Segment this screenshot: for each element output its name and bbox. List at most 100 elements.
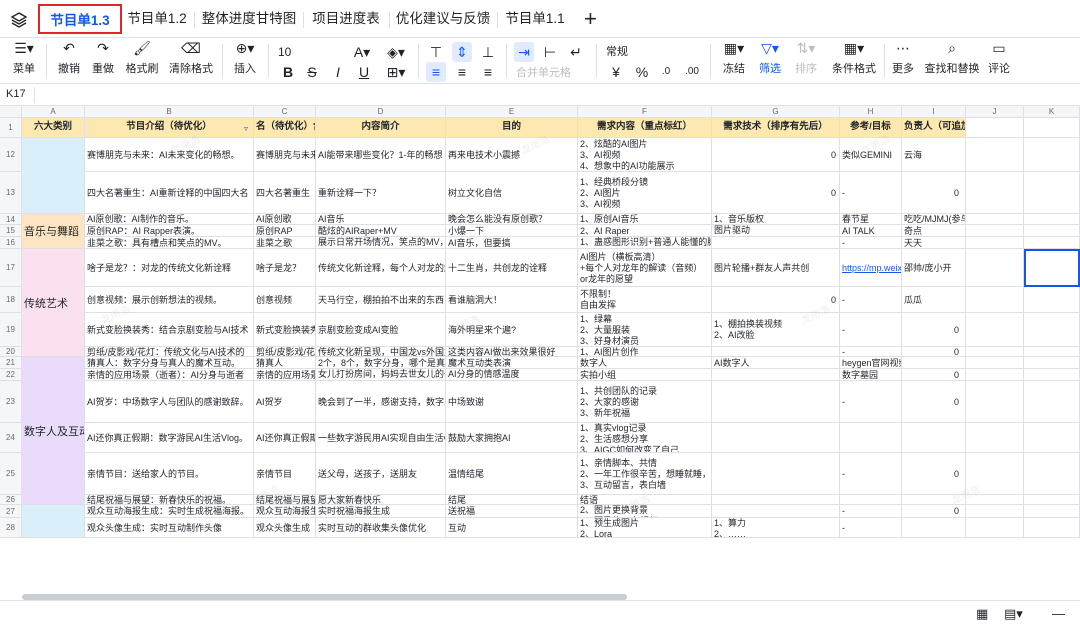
table-cell[interactable] [966,138,1024,172]
table-cell[interactable]: - [840,518,902,538]
row-header[interactable]: 17 [0,249,22,287]
table-cell[interactable]: 酷炫的AIRaper+MV [316,225,446,237]
table-cell[interactable] [1024,369,1080,381]
tab-feedback[interactable]: 优化建议与反馈 [392,4,494,34]
table-cell[interactable] [902,518,966,538]
table-cell[interactable]: 1、真实vlog记录 2、生活感想分享 3、AIGC如何改变了自己 [578,423,712,453]
table-cell[interactable]: 亲情节目 [254,453,316,495]
border-icon[interactable]: ⊞▾ [384,62,408,82]
table-cell[interactable]: 1、音乐版权2、AI图片生视频or转绘视频 [712,214,840,225]
table-cell[interactable]: - [840,287,902,313]
table-cell[interactable]: AI贺岁：中场数字人与团队的感谢致辞。 [85,381,254,423]
undo-button[interactable]: ↶ 撤销 [54,38,84,76]
table-cell[interactable] [712,495,840,505]
table-cell[interactable] [840,423,902,453]
table-cell[interactable] [966,172,1024,214]
table-cell[interactable] [902,423,966,453]
table-cell[interactable]: 韭菜之歌：具有槽点和笑点的MV。 [85,237,254,249]
table-cell[interactable]: 实时祝福海报生成 [316,505,446,518]
sort-button[interactable]: ⇅▾ 排序 [790,38,822,76]
table-cell[interactable]: 看谁脑洞大！ [446,287,578,313]
table-cell[interactable]: AI音乐 [316,214,446,225]
column-header-e[interactable]: E [446,106,578,118]
table-cell[interactable] [1024,214,1080,225]
table-cell[interactable]: - [840,381,902,423]
row-header[interactable]: 24 [0,423,22,453]
table-cell[interactable]: 赛博朋克与未来 [254,138,316,172]
table-cell[interactable]: 小爆一下 [446,225,578,237]
italic-icon[interactable]: I [328,62,348,82]
table-cell[interactable]: 鼓励大家拥抱AI [446,423,578,453]
table-cell[interactable] [712,423,840,453]
corner-cell[interactable] [0,106,22,118]
table-cell[interactable] [1024,381,1080,423]
category-cell[interactable] [22,505,85,538]
table-cell[interactable]: 赛博朋克与未来：AI未来变化的畅想。 [85,138,254,172]
table-cell[interactable]: AI图片（横板高清） +每个人对龙年的解读（音频） or龙年的愿望 [578,249,712,287]
table-cell[interactable]: 展示日常开场情况，笑点的MV，下一场镰刀挥舞 [316,237,446,249]
freeze-button[interactable]: ▦▾ 冻结 [718,38,750,76]
table-cell[interactable]: 0 [902,369,966,381]
row-header[interactable]: 26 [0,495,22,505]
column-header-h[interactable]: H [840,106,902,118]
table-cell[interactable]: 1、算力 2、…… [712,518,840,538]
row-header[interactable]: 27 [0,505,22,518]
fill-color-icon[interactable]: ◈▾ [384,42,408,62]
table-cell[interactable] [966,381,1024,423]
table-cell[interactable]: AI贺岁 [254,381,316,423]
insert-button[interactable]: ⊕▾ 插入 [228,38,262,76]
filter-button[interactable]: ▽▾ 筛选 [754,38,786,76]
table-cell[interactable]: 1、经典桥段分镜 2、AI图片 3、AI视频 [578,172,712,214]
row-header[interactable]: 16 [0,237,22,249]
decrease-decimal-icon[interactable]: .0 [656,62,676,82]
grid-view-icon[interactable]: ▦ [976,606,988,622]
row-header[interactable]: 28 [0,518,22,538]
table-cell[interactable]: 图片驱动Runway [712,225,840,237]
table-cell[interactable]: 1、棚拍换装视频 2、AI改脸 [712,313,840,347]
table-cell[interactable]: 0 [712,138,840,172]
table-cell[interactable]: 互动 [446,518,578,538]
table-cell[interactable]: 新式变脸换装秀 [254,313,316,347]
table-cell[interactable]: - [840,237,902,249]
table-cell[interactable]: 0 [712,172,840,214]
zoom-out-icon[interactable]: — [1052,606,1065,621]
category-cell[interactable]: 传统艺术 [22,249,85,357]
row-header[interactable]: 21 [0,357,22,369]
align-top-icon[interactable]: ⊤ [426,42,446,62]
category-cell[interactable]: 音乐与舞蹈 [22,214,85,249]
row-header[interactable]: 1 [0,118,22,138]
table-cell[interactable]: 春节星 [840,214,902,225]
table-cell[interactable] [1024,287,1080,313]
increase-decimal-icon[interactable]: .00 [682,62,702,82]
font-color-icon[interactable]: A▾ [350,42,374,62]
row-header[interactable]: 18 [0,287,22,313]
table-cell[interactable] [902,357,966,369]
table-cell[interactable] [1024,225,1080,237]
table-cell[interactable] [966,249,1024,287]
table-cell[interactable]: - [840,347,902,357]
table-cell[interactable] [1024,357,1080,369]
table-cell[interactable]: 实拍小组 [578,369,712,381]
table-cell[interactable] [966,369,1024,381]
table-cell[interactable]: 数字人 [578,357,712,369]
table-cell[interactable] [966,347,1024,357]
tab-program-1-1[interactable]: 节目单1.1 [500,4,570,34]
table-cell[interactable]: 十二生肖，共创龙的诠释 [446,249,578,287]
strikethrough-icon[interactable]: S [302,62,322,82]
table-cell[interactable]: 观众互动海报生成：实时生成祝福海报。 [85,505,254,518]
table-cell[interactable]: 创意视频 [254,287,316,313]
table-cell[interactable]: 1、预生成图片 2、Lora [578,518,712,538]
table-cell[interactable]: 观众互动海报生成 [254,505,316,518]
table-cell[interactable]: 剪纸/皮影戏/花灯 [254,347,316,357]
table-cell[interactable] [966,505,1024,518]
row-header[interactable]: 25 [0,453,22,495]
row-header[interactable]: 12 [0,138,22,172]
table-cell[interactable]: 中场致谢 [446,381,578,423]
selected-cell-k17[interactable] [1024,249,1080,287]
table-cell[interactable]: 1、蛊惑图形识别+普通人能懂的脚本2、AI视频 [578,237,712,249]
table-cell[interactable]: 2、图片更换背景3、预录的10条视频 [578,505,712,518]
table-cell[interactable] [966,495,1024,505]
tab-program-1-3[interactable]: 节目单1.3 [38,4,122,34]
redo-button[interactable]: ↷ 重做 [88,38,118,76]
table-cell[interactable]: https://mp.weixi [840,249,902,287]
